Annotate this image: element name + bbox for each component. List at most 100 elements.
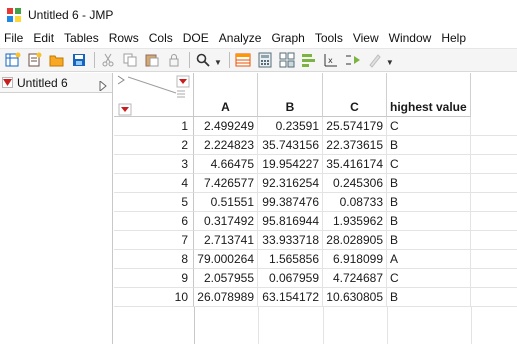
rows-menu-triangle-icon[interactable] bbox=[118, 103, 132, 116]
red-triangle-menu-icon[interactable] bbox=[2, 77, 13, 88]
menu-tools[interactable]: Tools bbox=[310, 29, 348, 48]
empty-cell[interactable] bbox=[471, 193, 517, 212]
empty-cell[interactable] bbox=[471, 250, 517, 269]
edit-icon[interactable] bbox=[365, 50, 385, 70]
cell-c[interactable]: 0.245306 bbox=[323, 174, 387, 193]
chevron-down-icon[interactable]: ▼ bbox=[386, 58, 394, 67]
row-number[interactable]: 2 bbox=[114, 136, 194, 155]
cell-highest-value[interactable]: B bbox=[387, 193, 471, 212]
formula-icon[interactable]: x bbox=[321, 50, 341, 70]
save-icon[interactable] bbox=[69, 50, 89, 70]
cell-a[interactable]: 4.66475 bbox=[194, 155, 258, 174]
empty-cell[interactable] bbox=[471, 155, 517, 174]
cell-c[interactable]: 25.574179 bbox=[323, 117, 387, 136]
row-number[interactable]: 6 bbox=[114, 212, 194, 231]
menu-doe[interactable]: DOE bbox=[178, 29, 214, 48]
table-tab[interactable]: Untitled 6 bbox=[0, 73, 112, 93]
search-icon[interactable] bbox=[193, 50, 213, 70]
cell-highest-value[interactable]: C bbox=[387, 155, 471, 174]
columns-menu-triangle-icon[interactable] bbox=[176, 75, 190, 88]
menu-view[interactable]: View bbox=[348, 29, 384, 48]
cell-a[interactable]: 7.426577 bbox=[194, 174, 258, 193]
cell-a[interactable]: 26.078989 bbox=[194, 288, 258, 307]
cell-a[interactable]: 0.317492 bbox=[194, 212, 258, 231]
chevron-down-icon[interactable]: ▼ bbox=[214, 58, 222, 67]
cell-c[interactable]: 10.630805 bbox=[323, 288, 387, 307]
arrow-icon[interactable] bbox=[343, 50, 363, 70]
empty-cell[interactable] bbox=[471, 212, 517, 231]
menu-cols[interactable]: Cols bbox=[144, 29, 178, 48]
cell-b[interactable]: 92.316254 bbox=[258, 174, 323, 193]
column-header-c[interactable]: C bbox=[323, 73, 387, 117]
lock-icon[interactable] bbox=[164, 50, 184, 70]
paste-icon[interactable] bbox=[142, 50, 162, 70]
cell-c[interactable]: 0.08733 bbox=[323, 193, 387, 212]
menu-help[interactable]: Help bbox=[436, 29, 471, 48]
cell-a[interactable]: 79.000264 bbox=[194, 250, 258, 269]
cell-highest-value[interactable]: C bbox=[387, 269, 471, 288]
cell-highest-value[interactable]: B bbox=[387, 288, 471, 307]
menu-analyze[interactable]: Analyze bbox=[214, 29, 267, 48]
cell-b[interactable]: 99.387476 bbox=[258, 193, 323, 212]
cell-a[interactable]: 2.057955 bbox=[194, 269, 258, 288]
menu-tables[interactable]: Tables bbox=[59, 29, 104, 48]
cell-a[interactable]: 0.51551 bbox=[194, 193, 258, 212]
cell-b[interactable]: 95.816944 bbox=[258, 212, 323, 231]
new-script-icon[interactable] bbox=[25, 50, 45, 70]
cell-a[interactable]: 2.713741 bbox=[194, 231, 258, 250]
cell-a[interactable]: 2.224823 bbox=[194, 136, 258, 155]
empty-cell[interactable] bbox=[471, 136, 517, 155]
row-number[interactable]: 7 bbox=[114, 231, 194, 250]
cut-icon[interactable] bbox=[98, 50, 118, 70]
cell-b[interactable]: 0.23591 bbox=[258, 117, 323, 136]
cell-highest-value[interactable]: B bbox=[387, 136, 471, 155]
cell-c[interactable]: 22.373615 bbox=[323, 136, 387, 155]
cell-c[interactable]: 4.724687 bbox=[323, 269, 387, 288]
cell-highest-value[interactable]: A bbox=[387, 250, 471, 269]
row-number[interactable]: 8 bbox=[114, 250, 194, 269]
cell-c[interactable]: 6.918099 bbox=[323, 250, 387, 269]
empty-cell[interactable] bbox=[471, 231, 517, 250]
cell-b[interactable]: 0.067959 bbox=[258, 269, 323, 288]
empty-cell[interactable] bbox=[471, 269, 517, 288]
cell-c[interactable]: 35.416174 bbox=[323, 155, 387, 174]
bar-chart-icon[interactable] bbox=[299, 50, 319, 70]
cell-a[interactable]: 2.499249 bbox=[194, 117, 258, 136]
cell-b[interactable]: 35.743156 bbox=[258, 136, 323, 155]
row-number[interactable]: 5 bbox=[114, 193, 194, 212]
column-header-highest-value[interactable]: highest value bbox=[387, 73, 471, 117]
cell-highest-value[interactable]: B bbox=[387, 231, 471, 250]
empty-cell[interactable] bbox=[471, 288, 517, 307]
column-header-a[interactable]: A bbox=[194, 73, 258, 117]
data-grid: A B C highest value 1 2.499249 0.23591 25.5… bbox=[114, 73, 517, 344]
open-icon[interactable] bbox=[47, 50, 67, 70]
menu-window[interactable]: Window bbox=[384, 29, 437, 48]
cell-highest-value[interactable]: B bbox=[387, 212, 471, 231]
row-number[interactable]: 4 bbox=[114, 174, 194, 193]
menu-edit[interactable]: Edit bbox=[28, 29, 59, 48]
menu-rows[interactable]: Rows bbox=[104, 29, 144, 48]
row-number[interactable]: 1 bbox=[114, 117, 194, 136]
empty-cell[interactable] bbox=[471, 117, 517, 136]
menu-graph[interactable]: Graph bbox=[266, 29, 309, 48]
column-header-b[interactable]: B bbox=[258, 73, 323, 117]
cell-highest-value[interactable]: C bbox=[387, 117, 471, 136]
new-data-table-icon[interactable] bbox=[3, 50, 23, 70]
menu-file[interactable]: File bbox=[0, 29, 28, 48]
row-number[interactable]: 10 bbox=[114, 288, 194, 307]
empty-cell[interactable] bbox=[471, 174, 517, 193]
row-number[interactable]: 3 bbox=[114, 155, 194, 174]
cell-b[interactable]: 33.933718 bbox=[258, 231, 323, 250]
row-number[interactable]: 9 bbox=[114, 269, 194, 288]
data-table-icon[interactable] bbox=[233, 50, 253, 70]
cell-b[interactable]: 1.565856 bbox=[258, 250, 323, 269]
calculator-icon[interactable] bbox=[255, 50, 275, 70]
cell-b[interactable]: 63.154172 bbox=[258, 288, 323, 307]
copy-icon[interactable] bbox=[120, 50, 140, 70]
cell-c[interactable]: 1.935962 bbox=[323, 212, 387, 231]
cell-c[interactable]: 28.028905 bbox=[323, 231, 387, 250]
cell-b[interactable]: 19.954227 bbox=[258, 155, 323, 174]
cell-highest-value[interactable]: B bbox=[387, 174, 471, 193]
expand-arrow-icon[interactable] bbox=[99, 79, 107, 94]
grid-icon[interactable] bbox=[277, 50, 297, 70]
